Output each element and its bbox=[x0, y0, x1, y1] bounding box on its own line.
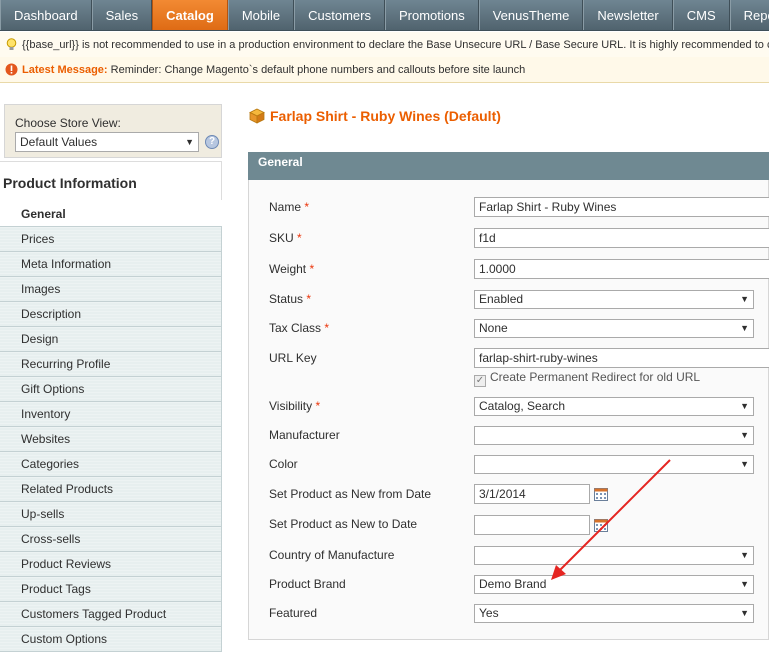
dropdown-arrow-icon: ▼ bbox=[740, 294, 749, 304]
product-tabs: General Prices Meta Information Images D… bbox=[0, 202, 222, 652]
tax-class-value: None bbox=[479, 321, 508, 335]
country-label: Country of Manufacture bbox=[269, 548, 395, 562]
calendar-icon[interactable] bbox=[594, 487, 608, 501]
visibility-label: Visibility * bbox=[269, 399, 321, 413]
news-to-date-input[interactable] bbox=[474, 515, 590, 535]
tab-related-products[interactable]: Related Products bbox=[0, 477, 222, 502]
tab-websites[interactable]: Websites bbox=[0, 427, 222, 452]
dropdown-arrow-icon: ▼ bbox=[740, 323, 749, 333]
dropdown-arrow-icon: ▼ bbox=[185, 137, 194, 147]
color-label: Color bbox=[269, 457, 298, 471]
news-from-date-input[interactable]: 3/1/2014 bbox=[474, 484, 590, 504]
tab-custom-options[interactable]: Custom Options bbox=[0, 627, 222, 652]
dropdown-arrow-icon: ▼ bbox=[740, 401, 749, 411]
tab-general[interactable]: General bbox=[0, 202, 222, 227]
featured-label: Featured bbox=[269, 606, 318, 620]
tab-cross-sells[interactable]: Cross-sells bbox=[0, 527, 222, 552]
dropdown-arrow-icon: ▼ bbox=[740, 550, 749, 560]
visibility-value: Catalog, Search bbox=[479, 399, 566, 413]
dropdown-arrow-icon: ▼ bbox=[740, 430, 749, 440]
nav-sales[interactable]: Sales bbox=[91, 0, 153, 30]
url-key-label: URL Key bbox=[269, 351, 317, 365]
country-select[interactable]: ▼ bbox=[474, 546, 754, 565]
fieldset-header: General bbox=[248, 152, 769, 180]
tax-class-label: Tax Class * bbox=[269, 321, 330, 335]
latest-message-label: Latest Message: bbox=[22, 64, 108, 76]
tab-recurring-profile[interactable]: Recurring Profile bbox=[0, 352, 222, 377]
brand-label: Product Brand bbox=[269, 577, 346, 591]
latest-message-text: Reminder: Change Magento`s default phone… bbox=[110, 64, 526, 76]
sku-input[interactable]: f1d bbox=[474, 228, 769, 248]
sku-label: SKU * bbox=[269, 231, 302, 245]
status-value: Enabled bbox=[479, 292, 524, 306]
sidebar-title: Product Information bbox=[0, 161, 222, 200]
brand-value: Demo Brand bbox=[479, 577, 547, 591]
dropdown-arrow-icon: ▼ bbox=[740, 608, 749, 618]
brand-select[interactable]: Demo Brand ▼ bbox=[474, 575, 754, 594]
product-box-icon bbox=[249, 108, 265, 124]
help-icon[interactable]: ? bbox=[205, 135, 219, 149]
tab-product-reviews[interactable]: Product Reviews bbox=[0, 552, 222, 577]
tab-up-sells[interactable]: Up-sells bbox=[0, 502, 222, 527]
status-label: Status * bbox=[269, 292, 312, 306]
latest-message: Latest Message: Reminder: Change Magento… bbox=[0, 57, 769, 83]
tax-class-select[interactable]: None ▼ bbox=[474, 319, 754, 338]
tab-inventory[interactable]: Inventory bbox=[0, 402, 222, 427]
tab-customers-tagged-product[interactable]: Customers Tagged Product bbox=[0, 602, 222, 627]
tab-gift-options[interactable]: Gift Options bbox=[0, 377, 222, 402]
store-view-label: Choose Store View: bbox=[15, 116, 121, 130]
tab-description[interactable]: Description bbox=[0, 302, 222, 327]
dropdown-arrow-icon: ▼ bbox=[740, 579, 749, 589]
status-select[interactable]: Enabled ▼ bbox=[474, 290, 754, 309]
nav-mobile[interactable]: Mobile bbox=[227, 0, 295, 30]
news-to-label: Set Product as New to Date bbox=[269, 517, 418, 531]
calendar-icon[interactable] bbox=[594, 518, 608, 532]
top-nav: Dashboard Sales Catalog Mobile Customers… bbox=[0, 0, 769, 31]
store-view-select[interactable]: Default Values ▼ bbox=[15, 132, 199, 152]
featured-select[interactable]: Yes ▼ bbox=[474, 604, 754, 623]
page-title: Farlap Shirt - Ruby Wines (Default) bbox=[270, 108, 501, 124]
nav-newsletter[interactable]: Newsletter bbox=[583, 0, 673, 30]
visibility-select[interactable]: Catalog, Search ▼ bbox=[474, 397, 754, 416]
weight-label: Weight * bbox=[269, 262, 315, 276]
manufacturer-label: Manufacturer bbox=[269, 428, 340, 442]
nav-dashboard[interactable]: Dashboard bbox=[0, 0, 92, 30]
manufacturer-select[interactable]: ▼ bbox=[474, 426, 754, 445]
store-switcher: Choose Store View: Default Values ▼ ? bbox=[4, 104, 222, 158]
url-key-input[interactable]: farlap-shirt-ruby-wines bbox=[474, 348, 769, 368]
tab-meta-information[interactable]: Meta Information bbox=[0, 252, 222, 277]
nav-catalog[interactable]: Catalog bbox=[152, 0, 228, 30]
name-label: Name * bbox=[269, 200, 310, 214]
redirect-checkbox[interactable]: ✓ bbox=[474, 375, 486, 387]
featured-value: Yes bbox=[479, 606, 499, 620]
warning-text: {{base_url}} is not recommended to use i… bbox=[22, 39, 769, 51]
tab-images[interactable]: Images bbox=[0, 277, 222, 302]
tab-prices[interactable]: Prices bbox=[0, 227, 222, 252]
warning-message: {{base_url}} is not recommended to use i… bbox=[0, 32, 769, 58]
nav-reports[interactable]: Reports bbox=[729, 0, 769, 30]
dropdown-arrow-icon: ▼ bbox=[740, 459, 749, 469]
tab-categories[interactable]: Categories bbox=[0, 452, 222, 477]
nav-venustheme[interactable]: VenusTheme bbox=[478, 0, 584, 30]
nav-promotions[interactable]: Promotions bbox=[384, 0, 479, 30]
nav-cms[interactable]: CMS bbox=[672, 0, 730, 30]
name-input[interactable]: Farlap Shirt - Ruby Wines bbox=[474, 197, 769, 217]
redirect-label: Create Permanent Redirect for old URL bbox=[490, 370, 701, 384]
lightbulb-icon bbox=[6, 38, 17, 50]
redirect-checkbox-row: ✓ Create Permanent Redirect for old URL bbox=[474, 370, 700, 387]
news-from-label: Set Product as New from Date bbox=[269, 487, 432, 501]
store-view-value: Default Values bbox=[20, 135, 98, 149]
color-select[interactable]: ▼ bbox=[474, 455, 754, 474]
alert-icon bbox=[5, 63, 18, 76]
tab-product-tags[interactable]: Product Tags bbox=[0, 577, 222, 602]
weight-input[interactable]: 1.0000 bbox=[474, 259, 769, 279]
nav-customers[interactable]: Customers bbox=[294, 0, 385, 30]
tab-design[interactable]: Design bbox=[0, 327, 222, 352]
